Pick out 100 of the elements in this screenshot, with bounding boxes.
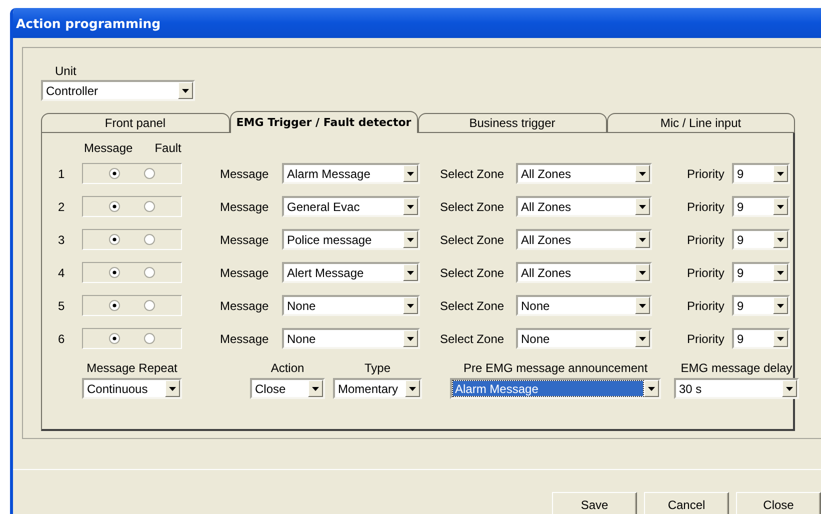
radio-button[interactable] bbox=[109, 300, 120, 311]
dropdown-arrow-button[interactable] bbox=[405, 380, 420, 397]
row-number: 6 bbox=[57, 332, 66, 346]
zone-dropdown[interactable]: All Zones bbox=[516, 196, 652, 217]
zone-label: Select Zone bbox=[440, 298, 506, 312]
setting-label: EMG message delay bbox=[680, 361, 792, 375]
dropdown-arrow-button[interactable] bbox=[782, 380, 797, 397]
tab[interactable]: Mic / Line input bbox=[606, 113, 795, 133]
dropdown-arrow-button[interactable] bbox=[773, 198, 788, 215]
zone-dropdown[interactable]: All Zones bbox=[516, 262, 652, 283]
dropdown-arrow-button[interactable] bbox=[644, 380, 659, 397]
dropdown-arrow-button[interactable] bbox=[635, 198, 650, 215]
setting-dropdown[interactable]: Close bbox=[250, 378, 325, 399]
dropdown-arrow-button[interactable] bbox=[308, 380, 323, 397]
priority-dropdown[interactable]: 9 bbox=[732, 196, 790, 217]
dropdown-arrow-button[interactable] bbox=[773, 231, 788, 248]
caret-icon bbox=[407, 204, 414, 208]
dropdown-arrow-button[interactable] bbox=[773, 264, 788, 281]
setting-dropdown[interactable]: 30 s bbox=[674, 378, 799, 399]
dropdown-arrow-button[interactable] bbox=[773, 330, 788, 347]
caret-icon bbox=[639, 172, 646, 176]
setting-label: Type bbox=[364, 361, 390, 375]
dropdown-arrow-button[interactable] bbox=[403, 330, 418, 347]
radio-button[interactable] bbox=[144, 234, 155, 245]
row-number: 4 bbox=[57, 266, 66, 280]
priority-dropdown[interactable]: 9 bbox=[732, 328, 790, 349]
message-label: Message bbox=[220, 166, 270, 180]
dialog-button[interactable]: Save bbox=[552, 492, 637, 514]
dropdown-arrow-button[interactable] bbox=[635, 231, 650, 248]
caret-icon bbox=[312, 386, 319, 390]
message-dropdown[interactable]: Alarm Message bbox=[282, 163, 420, 184]
radio-button[interactable] bbox=[109, 267, 120, 278]
message-dropdown[interactable]: General Evac bbox=[282, 196, 420, 217]
radio-button[interactable] bbox=[144, 300, 155, 311]
priority-dropdown[interactable]: 9 bbox=[732, 295, 790, 316]
message-label: Message bbox=[220, 298, 270, 312]
message-label: Message bbox=[220, 232, 270, 246]
caret-icon bbox=[639, 336, 646, 340]
caret-icon bbox=[777, 238, 784, 242]
tab[interactable]: Front panel bbox=[41, 113, 230, 133]
radio-button[interactable] bbox=[144, 333, 155, 344]
priority-label: Priority bbox=[687, 232, 726, 246]
unit-dropdown[interactable]: Controller bbox=[41, 80, 195, 101]
caret-icon bbox=[777, 172, 784, 176]
dropdown-arrow-button[interactable] bbox=[403, 198, 418, 215]
caret-icon bbox=[648, 386, 655, 390]
radio-button[interactable] bbox=[144, 267, 155, 278]
setting-dropdown[interactable]: Alarm Message bbox=[450, 378, 661, 399]
setting-label: Message Repeat bbox=[86, 361, 178, 375]
radio-button[interactable] bbox=[109, 201, 120, 212]
dropdown-arrow-button[interactable] bbox=[403, 264, 418, 281]
setting-dropdown[interactable]: Momentary bbox=[333, 378, 422, 399]
column-header: Fault bbox=[154, 141, 182, 155]
dialog-button[interactable]: Close bbox=[736, 492, 821, 514]
row-number: 1 bbox=[57, 166, 66, 180]
radio-button[interactable] bbox=[109, 333, 120, 344]
zone-dropdown[interactable]: All Zones bbox=[516, 163, 652, 184]
message-dropdown[interactable]: None bbox=[282, 328, 420, 349]
caret-icon bbox=[639, 204, 646, 208]
zone-dropdown[interactable]: All Zones bbox=[516, 229, 652, 250]
message-dropdown[interactable]: Police message bbox=[282, 229, 420, 250]
radio-button[interactable] bbox=[109, 168, 120, 179]
dropdown-arrow-button[interactable] bbox=[165, 380, 180, 397]
setting-dropdown[interactable]: Continuous bbox=[82, 378, 182, 399]
dropdown-arrow-button[interactable] bbox=[403, 297, 418, 314]
zone-dropdown[interactable]: None bbox=[516, 295, 652, 316]
tab[interactable]: EMG Trigger / Fault detector bbox=[230, 111, 418, 133]
dialog-button[interactable]: Cancel bbox=[644, 492, 729, 514]
dropdown-arrow-button[interactable] bbox=[773, 165, 788, 182]
caret-icon bbox=[777, 270, 784, 274]
dropdown-arrow-button[interactable] bbox=[635, 264, 650, 281]
dropdown-arrow-button[interactable] bbox=[403, 165, 418, 182]
message-dropdown[interactable]: None bbox=[282, 295, 420, 316]
dropdown-arrow-button[interactable] bbox=[178, 82, 193, 99]
column-header: Message bbox=[84, 141, 133, 155]
dropdown-arrow-button[interactable] bbox=[635, 297, 650, 314]
zone-label: Select Zone bbox=[440, 332, 506, 346]
dropdown-arrow-button[interactable] bbox=[773, 297, 788, 314]
window-title: Action programming bbox=[16, 16, 161, 30]
zone-label: Select Zone bbox=[440, 232, 506, 246]
zone-label: Select Zone bbox=[440, 266, 506, 280]
priority-dropdown[interactable]: 9 bbox=[732, 262, 790, 283]
caret-icon bbox=[407, 304, 414, 308]
message-dropdown[interactable]: Alert Message bbox=[282, 262, 420, 283]
radio-button[interactable] bbox=[144, 168, 155, 179]
caret-icon bbox=[639, 304, 646, 308]
dropdown-arrow-button[interactable] bbox=[635, 165, 650, 182]
radio-button[interactable] bbox=[144, 201, 155, 212]
unit-label: Unit bbox=[55, 64, 78, 78]
caret-icon bbox=[777, 204, 784, 208]
zone-dropdown[interactable]: None bbox=[516, 328, 652, 349]
priority-dropdown[interactable]: 9 bbox=[732, 163, 790, 184]
caret-icon bbox=[639, 270, 646, 274]
radio-button[interactable] bbox=[109, 234, 120, 245]
dropdown-arrow-button[interactable] bbox=[635, 330, 650, 347]
dropdown-arrow-button[interactable] bbox=[403, 231, 418, 248]
caret-icon bbox=[786, 386, 793, 390]
priority-dropdown[interactable]: 9 bbox=[732, 229, 790, 250]
tab[interactable]: Business trigger bbox=[418, 113, 606, 133]
message-label: Message bbox=[220, 200, 270, 214]
